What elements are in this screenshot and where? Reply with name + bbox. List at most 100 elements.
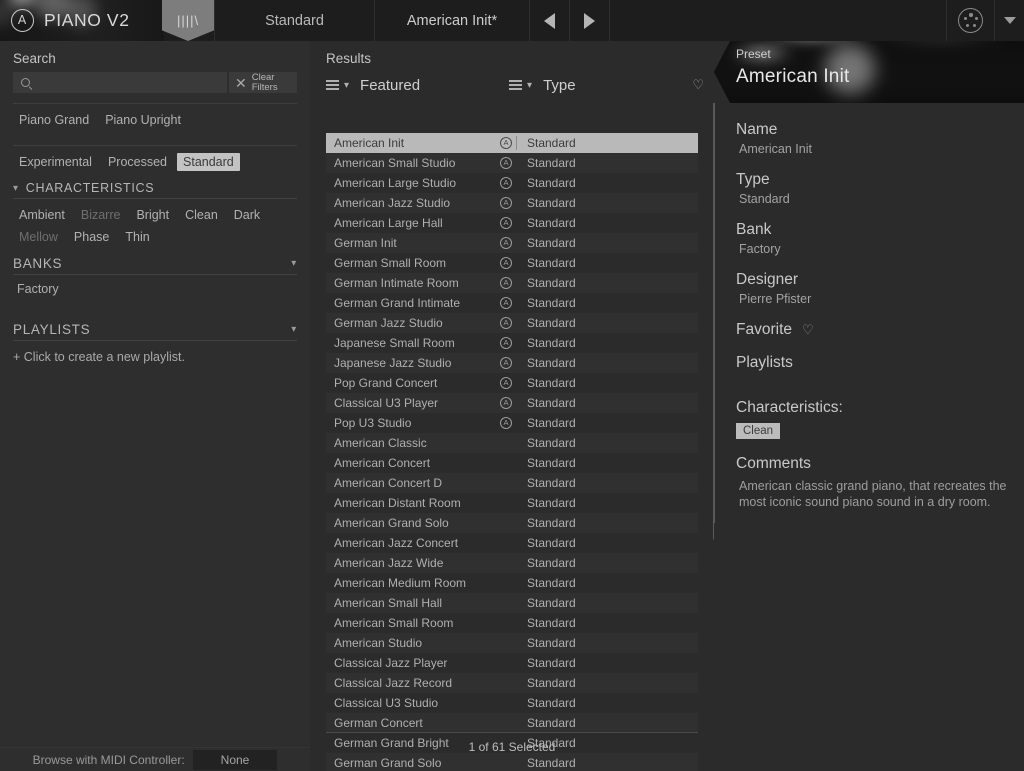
table-row[interactable]: German Init A Standard [326, 233, 698, 253]
row-badge-slot: A [496, 177, 516, 189]
heart-outline-icon[interactable]: ♡ [802, 322, 814, 338]
filter-chip-piano-upright[interactable]: Piano Upright [99, 111, 187, 129]
midi-controller-select[interactable]: None [192, 749, 278, 770]
table-row[interactable]: American Classic Standard [326, 433, 698, 453]
table-row[interactable]: Japanese Small Room A Standard [326, 333, 698, 353]
characteristic-chip-mellow[interactable]: Mellow [13, 228, 64, 246]
preset-characteristics-tags: Clean [736, 417, 1024, 439]
table-row[interactable]: American Concert D Standard [326, 473, 698, 493]
table-row[interactable]: Classical U3 Studio Standard [326, 693, 698, 713]
preset-row-type: Standard [527, 276, 576, 290]
filter-chip-piano-grand[interactable]: Piano Grand [13, 111, 95, 129]
chevron-down-icon[interactable]: ▾ [344, 80, 349, 91]
filter-chip-standard[interactable]: Standard [177, 153, 240, 171]
next-preset-button[interactable] [569, 0, 609, 41]
preset-row-name: American Medium Room [334, 576, 467, 590]
previous-preset-button[interactable] [529, 0, 569, 41]
table-row[interactable]: American Distant Room Standard [326, 493, 698, 513]
table-row[interactable]: German Jazz Studio A Standard [326, 313, 698, 333]
table-row[interactable]: American Jazz Wide Standard [326, 553, 698, 573]
banks-section-header[interactable]: BANKS ▾ [0, 252, 310, 274]
table-row[interactable]: Japanese Jazz Studio A Standard [326, 353, 698, 373]
chevron-down-icon[interactable]: ▾ [527, 80, 532, 91]
characteristic-chip-phase[interactable]: Phase [68, 228, 115, 246]
table-row[interactable]: American Medium Room Standard [326, 573, 698, 593]
table-row[interactable]: Classical Jazz Player Standard [326, 653, 698, 673]
preset-row-type: Standard [527, 476, 576, 490]
table-row[interactable]: Pop Grand Concert A Standard [326, 373, 698, 393]
playlists-section-header[interactable]: PLAYLISTS ▾ [0, 318, 310, 340]
preset-row-name: American Classic [334, 436, 427, 450]
table-row[interactable]: Classical Jazz Record Standard [326, 673, 698, 693]
table-row[interactable]: German Grand Solo Standard [326, 753, 698, 771]
preset-row-type: Standard [527, 516, 576, 530]
table-row[interactable]: American Large Studio A Standard [326, 173, 698, 193]
preset-comments-value[interactable]: American classic grand piano, that recre… [736, 478, 1008, 510]
hamburger-icon[interactable] [509, 78, 523, 93]
preset-name-display[interactable]: American Init* [374, 0, 529, 41]
create-playlist-link[interactable]: + Click to create a new playlist. [0, 341, 310, 373]
table-row[interactable]: American Concert Standard [326, 453, 698, 473]
chevron-down-icon: ▾ [291, 258, 297, 269]
column-header-featured[interactable]: Featured [360, 77, 509, 94]
preset-playlists-label[interactable]: Playlists [736, 354, 1024, 372]
preset-bank-value[interactable]: Factory [736, 242, 1024, 256]
characteristic-tag-clean[interactable]: Clean [736, 423, 781, 439]
preset-panel-header: Preset American Init [714, 41, 1024, 103]
chevron-down-icon: ▾ [13, 182, 19, 194]
characteristic-chip-clean[interactable]: Clean [179, 206, 224, 224]
table-row[interactable]: American Small Studio A Standard [326, 153, 698, 173]
table-row[interactable]: American Grand Solo Standard [326, 513, 698, 533]
column-header-type[interactable]: Type [543, 77, 576, 94]
table-row[interactable]: American Jazz Concert Standard [326, 533, 698, 553]
results-list[interactable]: American Init A Standard American Small Stu… [310, 133, 714, 771]
table-row[interactable]: German Concert Standard [326, 713, 698, 733]
hamburger-icon[interactable] [326, 78, 339, 93]
table-row[interactable]: American Studio Standard [326, 633, 698, 653]
triangle-left-icon [544, 12, 555, 29]
bank-item-factory[interactable]: Factory [0, 275, 310, 300]
midi-settings-button[interactable] [946, 0, 994, 41]
table-row[interactable]: German Grand Intimate A Standard [326, 293, 698, 313]
heart-outline-icon[interactable]: ♡ [692, 77, 704, 93]
characteristic-chip-bright[interactable]: Bright [130, 206, 175, 224]
search-box[interactable] [13, 72, 227, 93]
characteristic-chip-bizarre[interactable]: Bizarre [75, 206, 127, 224]
preset-row-type: Standard [527, 356, 576, 370]
table-row[interactable]: German Small Room A Standard [326, 253, 698, 273]
type-display[interactable]: Standard [214, 0, 374, 41]
table-row[interactable]: German Intimate Room A Standard [326, 273, 698, 293]
arturia-a-icon: A [500, 257, 512, 269]
preset-row-name: German Intimate Room [334, 276, 459, 290]
preset-row-name: American Small Studio [334, 156, 456, 170]
topbar-menu-button[interactable] [994, 0, 1024, 41]
preset-designer-value[interactable]: Pierre Pfister [736, 292, 1024, 306]
characteristic-chip-dark[interactable]: Dark [228, 206, 266, 224]
preset-type-value[interactable]: Standard [736, 192, 1024, 206]
table-row[interactable]: American Init A Standard [326, 133, 698, 153]
table-row[interactable]: American Small Room Standard [326, 613, 698, 633]
table-row[interactable]: Classical U3 Player A Standard [326, 393, 698, 413]
search-input[interactable] [30, 75, 227, 90]
keyboard-tab[interactable]: ||||\ [162, 0, 214, 41]
clear-filters-button[interactable]: ✕ Clear Filters [229, 72, 297, 93]
characteristic-chip-thin[interactable]: Thin [119, 228, 155, 246]
table-row[interactable]: American Jazz Studio A Standard [326, 193, 698, 213]
table-row[interactable]: American Small Hall Standard [326, 593, 698, 613]
preset-designer-label: Designer [736, 271, 799, 288]
preset-row-name: Classical U3 Studio [334, 696, 439, 710]
characteristic-chip-ambient[interactable]: Ambient [13, 206, 71, 224]
characteristics-section-header[interactable]: ▾ CHARACTERISTICS [0, 177, 310, 198]
preset-name-value[interactable]: American Init [736, 142, 1024, 156]
preset-field-favorite: Favorite ♡ [736, 321, 1024, 339]
preset-row-type: Standard [527, 756, 576, 770]
preset-row-type: Standard [516, 136, 698, 150]
arturia-logo-button[interactable]: A [0, 0, 44, 41]
table-row[interactable]: Pop U3 Studio A Standard [326, 413, 698, 433]
preset-row-type: Standard [527, 536, 576, 550]
results-panel: Results ▾ Featured ▾ Type ♡ American Ini… [310, 41, 714, 771]
table-row[interactable]: American Large Hall A Standard [326, 213, 698, 233]
filter-chip-experimental[interactable]: Experimental [13, 153, 98, 171]
preset-row-name: American Grand Solo [334, 516, 449, 530]
filter-chip-processed[interactable]: Processed [102, 153, 173, 171]
